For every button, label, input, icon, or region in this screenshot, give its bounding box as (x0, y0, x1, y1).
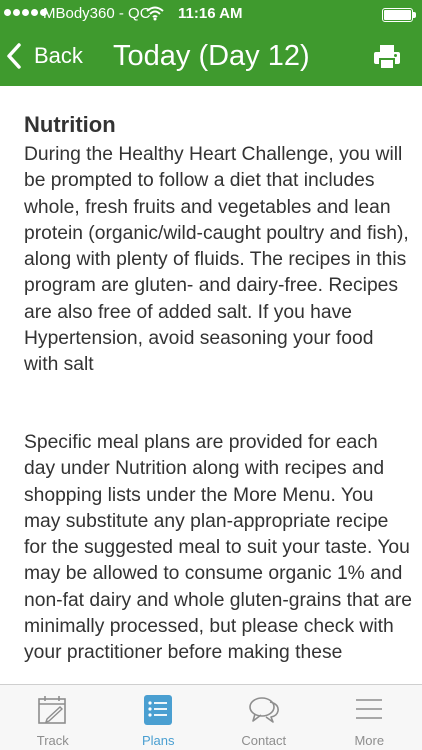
page-title: Today (Day 12) (113, 40, 310, 72)
chevron-left-icon (7, 43, 21, 69)
wifi-icon (146, 6, 164, 21)
signal-strength-icon (4, 9, 47, 16)
tab-more[interactable]: More (317, 685, 422, 750)
battery-icon (382, 8, 416, 22)
app-header: MBody360 - QC 11:16 AM Back Today (Day 1… (0, 0, 422, 86)
tab-label: Contact (241, 733, 287, 748)
back-label: Back (34, 43, 83, 68)
tab-track[interactable]: Track (0, 685, 106, 750)
carrier-name: MBody360 - QC (43, 5, 151, 22)
tab-label: More (354, 733, 385, 748)
paragraph: During the Healthy Heart Challenge, you … (24, 144, 409, 376)
content-scroll-area[interactable]: Nutrition During the Healthy Heart Chall… (0, 86, 422, 684)
tab-contact[interactable]: Contact (211, 685, 317, 750)
tab-label: Track (36, 733, 69, 748)
calendar-edit-icon (37, 696, 66, 724)
tab-plans[interactable]: Plans (106, 685, 212, 750)
tab-label: Plans (141, 733, 175, 748)
chat-bubbles-icon (248, 697, 279, 723)
menu-lines-icon (356, 699, 383, 719)
section-heading: Nutrition (24, 112, 116, 137)
status-time: 11:16 AM (178, 5, 243, 22)
back-button[interactable]: Back (6, 38, 83, 74)
print-icon[interactable] (372, 42, 402, 72)
paragraph: Specific meal plans are provided for eac… (24, 432, 413, 664)
tab-bar: Track Plans Contact More (0, 684, 422, 750)
plans-list-icon (144, 695, 173, 725)
status-bar: MBody360 - QC 11:16 AM (0, 0, 422, 28)
